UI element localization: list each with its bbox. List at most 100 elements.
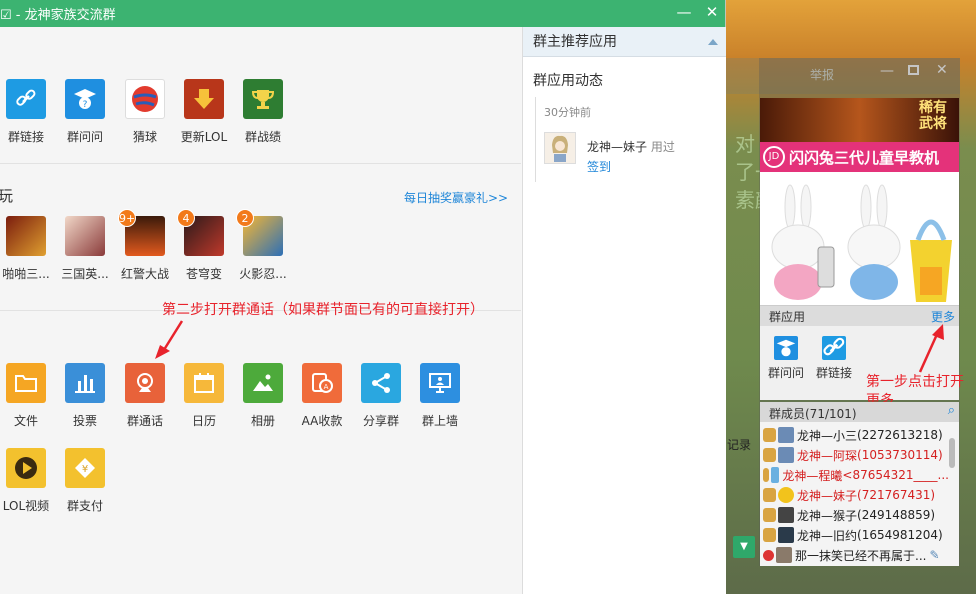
daily-lottery-link[interactable]: 每日抽奖赢豪礼>> — [404, 189, 508, 206]
app-group-record[interactable]: 群战绩 — [235, 79, 291, 145]
tool-label: LOL视频 — [2, 499, 50, 513]
member-row[interactable]: 龙神—小三 (2272613218) — [763, 425, 949, 445]
tool-label: 群上墙 — [421, 414, 458, 428]
recommend-sidebar: 群主推荐应用 群应用动态 30分钟前 龙神—妹子 用过 签到 — [522, 27, 726, 594]
admin-icon — [763, 448, 776, 462]
tool-label: 文件 — [13, 414, 38, 428]
game-naruto-icon: 2 — [236, 209, 283, 256]
activity-line: 龙神—妹子 用过 — [587, 138, 675, 155]
presentation-icon — [420, 363, 460, 403]
member-row[interactable]: 龙神—猴子 (249148859) — [763, 505, 949, 525]
record-label[interactable]: 记录 — [727, 436, 751, 453]
members-scrollbar[interactable] — [949, 438, 955, 468]
chevron-down-icon[interactable]: ▼ — [733, 536, 755, 558]
admin-icon — [763, 428, 776, 442]
member-qq: <87654321____... — [842, 468, 949, 482]
tool-album[interactable]: 相册 — [235, 363, 291, 429]
app-group-link[interactable]: 群链接 — [0, 79, 54, 145]
bunny-toys-image — [760, 172, 959, 306]
member-row[interactable]: 那一抹笑已经不再属于... ✎ — [763, 545, 949, 565]
tool-group-call[interactable]: 群通话 — [117, 363, 173, 429]
chat-app-link[interactable]: 群链接 — [814, 336, 854, 381]
notification-badge: 4 — [177, 209, 195, 227]
search-icon[interactable]: ⌕ — [948, 403, 955, 418]
tool-label: 群通话 — [126, 414, 163, 428]
tool-file[interactable]: 文件 — [0, 363, 54, 429]
game-warrior-icon — [6, 216, 46, 256]
sidebar-header-title: 群主推荐应用 — [533, 34, 617, 50]
member-row[interactable]: 龙神—阿琛 (1053730114) — [763, 445, 949, 465]
folder-icon — [6, 363, 46, 403]
dynamics-title: 群应用动态 — [533, 73, 603, 89]
webcam-icon — [125, 363, 165, 403]
tool-vote[interactable]: 投票 — [57, 363, 113, 429]
avatar — [778, 447, 794, 463]
blocked-icon — [763, 549, 774, 561]
apps-area: : 群链接 ? 群问问 猜球 更新LOL — [0, 27, 521, 594]
tool-label: 分享群 — [362, 414, 399, 428]
close-button[interactable]: ✕ — [702, 3, 722, 23]
game-label: 三国英... — [61, 267, 109, 281]
jd-logo: JD — [763, 146, 785, 168]
ad-banner[interactable]: 稀有武将 JD 闪闪兔三代儿童早教机 — [760, 98, 959, 306]
app-label: 群战绩 — [244, 130, 281, 144]
avatar — [776, 547, 792, 563]
game-ad-text: 稀有武将 — [919, 100, 947, 132]
app-guess-ball[interactable]: 猜球 — [117, 79, 173, 145]
collapse-arrow-icon[interactable] — [708, 39, 718, 45]
admin-icon — [763, 468, 770, 482]
app-label: 群问问 — [66, 130, 103, 144]
member-name: 龙神—程曦 — [782, 468, 843, 483]
game-item[interactable]: 2 火影忍... — [235, 209, 291, 282]
activity-user[interactable]: 龙神—妹子 — [587, 140, 647, 154]
jd-ad: JD 闪闪兔三代儿童早教机 — [760, 142, 959, 172]
game-heroine-icon — [65, 216, 105, 256]
admin-icon — [763, 528, 776, 542]
member-row[interactable]: 龙神—妹子 (721767431) — [763, 485, 949, 505]
tool-group-wall[interactable]: 群上墙 — [412, 363, 468, 429]
game-label: 火影忍... — [239, 267, 287, 281]
app-update-lol[interactable]: 更新LOL — [176, 79, 232, 145]
game-label: 红警大战 — [120, 267, 169, 281]
edit-icon[interactable]: ✎ — [929, 548, 939, 562]
game-item[interactable]: 三国英... — [57, 216, 113, 282]
ball-icon — [125, 79, 165, 119]
minimize-button[interactable]: — — [674, 3, 694, 23]
members-header: 群成员(71/101) ⌕ — [760, 402, 959, 422]
chat-app-label: 群问问 — [767, 366, 804, 380]
game-item[interactable]: 啪啪三... — [0, 216, 54, 282]
divider — [0, 163, 521, 164]
annotation-arrow — [918, 324, 944, 373]
section-title-games: 玩 — [0, 187, 14, 205]
timeline-line — [535, 97, 536, 182]
user-avatar[interactable] — [544, 132, 576, 164]
tool-aa-payment[interactable]: A AA收款 — [294, 363, 350, 429]
app-group-ask[interactable]: ? 群问问 — [57, 79, 113, 145]
group-app-window: ☑ - 龙神家族交流群 — ✕ : 群链接 ? 群问问 猜球 — [0, 0, 726, 594]
avatar — [778, 527, 794, 543]
play-icon — [6, 448, 46, 488]
game-item[interactable]: 4 苍穹变 — [176, 209, 232, 282]
game-item[interactable]: 9+ 红警大战 — [117, 209, 173, 282]
tool-label: 群支付 — [66, 499, 103, 513]
member-qq: (249148859) — [857, 508, 936, 522]
tool-lol-video[interactable]: LOL视频 — [0, 448, 54, 514]
link-icon — [822, 336, 846, 360]
member-name: 那一抹笑已经不再属于... — [795, 548, 927, 563]
tool-share-group[interactable]: 分享群 — [353, 363, 409, 429]
game-cangqiong-icon: 4 — [177, 209, 224, 256]
tool-label: 相册 — [250, 414, 275, 428]
title-bar: ☑ - 龙神家族交流群 — ✕ — [0, 0, 725, 27]
group-apps-title: 群应用 — [769, 310, 806, 324]
tool-calendar[interactable]: 日历 — [176, 363, 232, 429]
avatar — [778, 507, 794, 523]
sidebar-header[interactable]: 群主推荐应用 — [523, 27, 726, 57]
activity-app-link[interactable]: 签到 — [587, 158, 611, 175]
chat-app-ask[interactable]: 群问问 — [766, 336, 806, 381]
member-row[interactable]: 龙神—旧约 (1654981204) — [763, 525, 949, 545]
member-row[interactable]: 龙神—程曦 <87654321____... — [763, 465, 949, 485]
photo-icon — [243, 363, 283, 403]
svg-text:¥: ¥ — [82, 464, 88, 475]
tool-group-pay[interactable]: ¥ 群支付 — [57, 448, 113, 514]
notification-badge: 2 — [236, 209, 254, 227]
